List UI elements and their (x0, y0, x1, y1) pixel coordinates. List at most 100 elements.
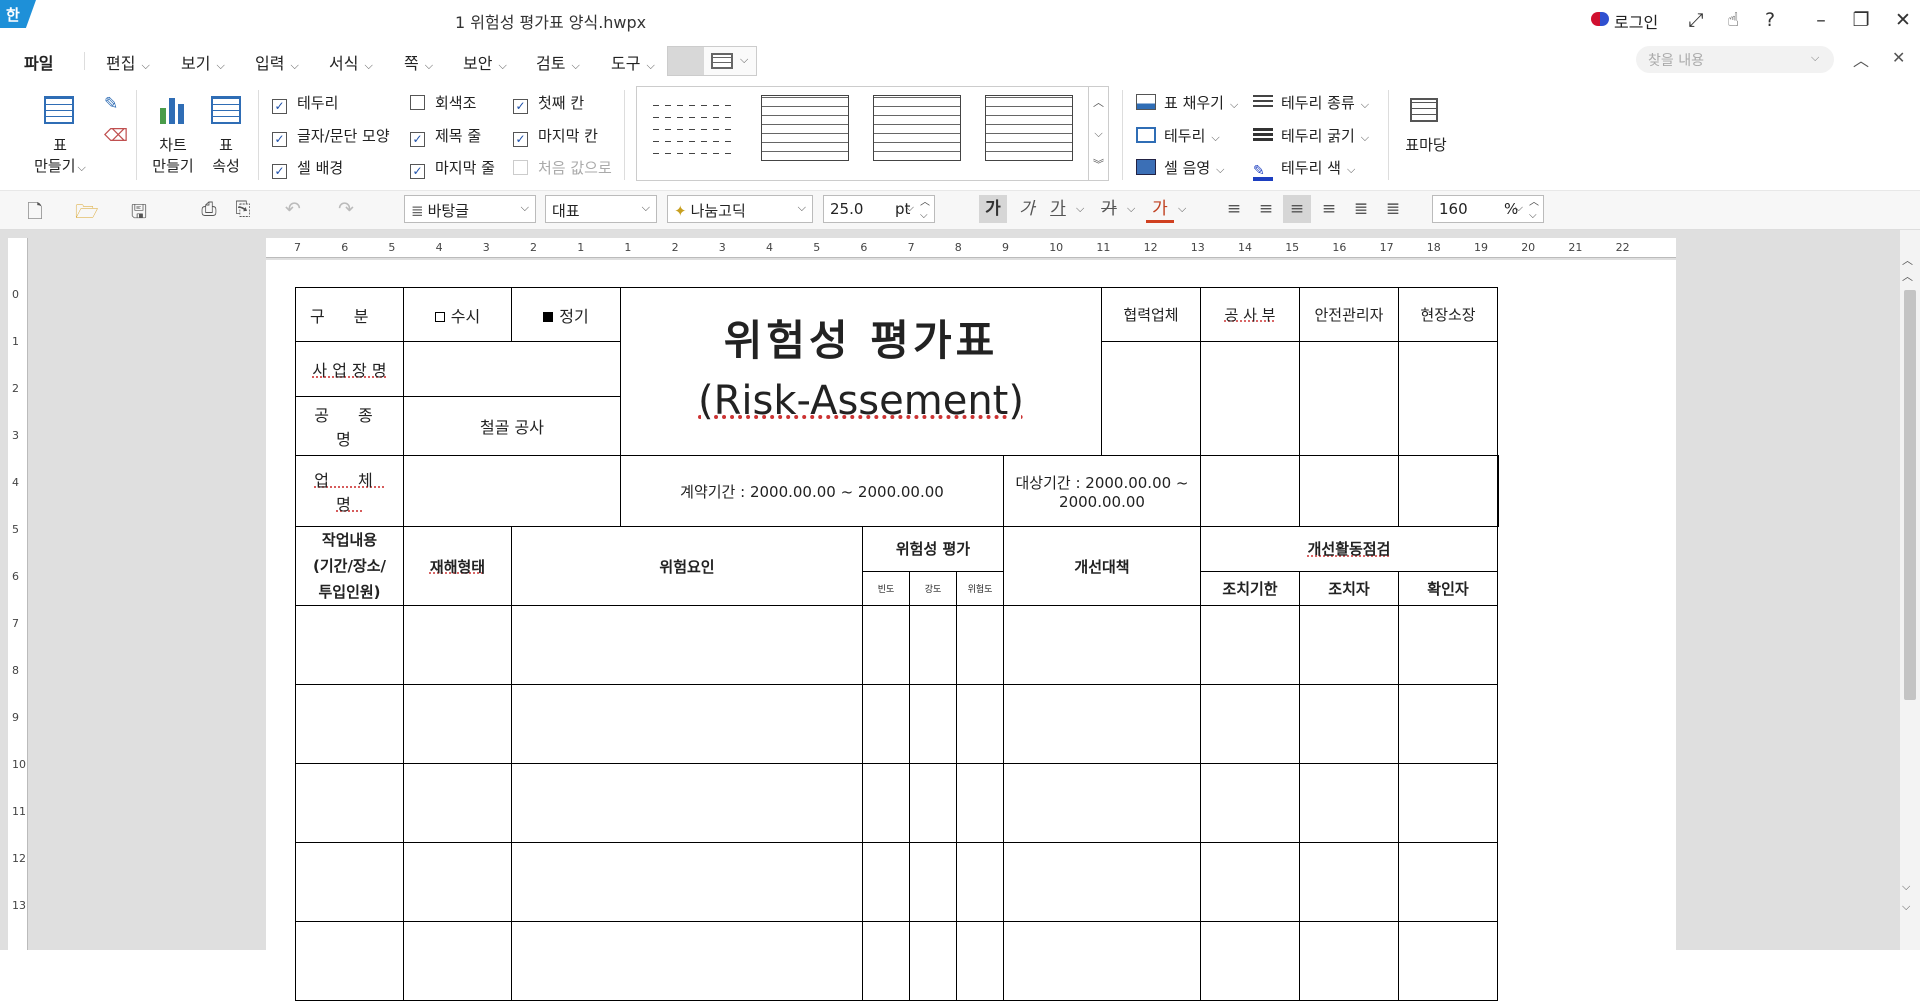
align-right-icon[interactable]: ≡ (1315, 195, 1343, 223)
approval-sign-site[interactable] (1398, 341, 1498, 456)
target-period[interactable]: 대상기간 : 2000.00.00 ~ 2000.00.00 (1003, 455, 1201, 527)
align-justify-icon[interactable]: ≡ (1220, 195, 1248, 223)
company-value[interactable] (403, 455, 621, 527)
menu-view[interactable]: 보기 ⌵ (181, 50, 225, 74)
draw-table-icon[interactable]: ✎ (104, 94, 118, 114)
bold-button[interactable]: 가 (979, 195, 1007, 223)
menu-file[interactable]: 파일 (24, 50, 53, 74)
check-last-row[interactable]: ✓ 마지막 줄 (410, 157, 495, 179)
chart-create-button[interactable]: 차트 만들기 (148, 135, 198, 177)
menu-insert[interactable]: 입력 ⌵ (255, 50, 299, 74)
help-icon[interactable]: ? (1757, 7, 1783, 33)
print-preview-icon[interactable]: ⎘ (232, 198, 254, 220)
gallery-more-icon[interactable]: ︾ (1088, 149, 1108, 180)
check-first-col[interactable]: ✓ 첫째 칸 (513, 92, 584, 114)
menu-security[interactable]: 보안 ⌵ (463, 50, 507, 74)
approval-sign-safety[interactable] (1299, 341, 1399, 456)
approval-sign-partner[interactable] (1101, 341, 1201, 456)
table-style-thumb[interactable] (985, 95, 1073, 161)
table-design-tab[interactable] (668, 47, 704, 75)
check-last-col[interactable]: ✓ 마지막 칸 (513, 125, 598, 147)
site-name-value[interactable] (403, 341, 621, 397)
work-type-value[interactable]: 철골 공사 (403, 396, 621, 456)
check-reset[interactable]: 처음 값으로 (513, 157, 612, 178)
option-adhoc[interactable]: 수시 (403, 287, 512, 342)
table-fill-button[interactable]: 표 채우기 ⌵ (1136, 92, 1238, 113)
fullscreen-icon[interactable]: ⤢ (1683, 7, 1709, 33)
vertical-ruler[interactable]: 0 1 2 3 4 5 6 7 8 9 10 11 12 13 (8, 238, 28, 950)
restore-icon[interactable]: ❐ (1848, 7, 1874, 33)
border-type-button[interactable]: 테두리 종류 ⌵ (1253, 92, 1369, 113)
table-icon[interactable] (44, 96, 74, 124)
style-select[interactable]: ≣ 바탕글 ⌵ (404, 195, 536, 223)
table-properties-icon[interactable] (211, 96, 241, 124)
check-border[interactable]: ✓ 테두리 (272, 92, 338, 114)
gallery-up-icon[interactable]: ︿ (1088, 87, 1108, 118)
language-select[interactable]: 대표 ⌵ (545, 195, 657, 223)
italic-button[interactable]: 가 (1013, 195, 1041, 223)
chevron-down-icon[interactable]: ⌵ (740, 53, 748, 67)
menu-edit[interactable]: 편집 ⌵ (106, 50, 150, 74)
align-split-icon[interactable]: ≣ (1379, 195, 1407, 223)
check-cell-bg[interactable]: ✓ 셀 배경 (272, 157, 343, 179)
strikethrough-button[interactable]: 가 (1095, 195, 1123, 223)
table-style-thumb[interactable] (653, 99, 733, 165)
vertical-scrollbar[interactable]: ︿ ︿ ⌵ ⌵ (1900, 230, 1920, 950)
menu-page[interactable]: 쪽 ⌵ (404, 50, 433, 74)
table-yard-icon[interactable] (1410, 98, 1438, 122)
minimize-icon[interactable]: – (1808, 7, 1834, 33)
strike-dropdown-icon[interactable]: ⌵ (1127, 202, 1135, 216)
menu-format[interactable]: 서식 ⌵ (329, 50, 373, 74)
check-title-row[interactable]: ✓ 제목 줄 (410, 125, 481, 147)
table-row[interactable] (295, 763, 1499, 843)
login-button[interactable]: 로그인 (1614, 9, 1658, 33)
border-width-button[interactable]: 테두리 굵기 ⌵ (1253, 125, 1369, 146)
border-color-button[interactable]: ✎ 테두리 색 ⌵ (1253, 157, 1355, 181)
check-grayscale[interactable]: 회색조 (410, 92, 476, 113)
close-document-icon[interactable]: ✕ (1892, 48, 1905, 67)
new-document-icon[interactable]: 🗋 (24, 198, 46, 230)
underline-dropdown-icon[interactable]: ⌵ (1076, 202, 1084, 216)
table-properties-button[interactable]: 표 속성 (206, 135, 246, 177)
empty-cell[interactable] (1200, 455, 1300, 527)
collapse-ribbon-icon[interactable]: ︿ (1853, 47, 1869, 71)
menu-tools[interactable]: 도구 ⌵ (611, 50, 655, 74)
table-create-button[interactable]: 표 만들기 ⌵ (30, 135, 90, 178)
font-select[interactable]: ✦ 나눔고딕 ⌵ (667, 195, 813, 223)
redo-icon[interactable]: ↷ (335, 198, 357, 220)
undo-icon[interactable]: ↶ (282, 198, 304, 220)
table-style-thumb[interactable] (873, 95, 961, 161)
scroll-thumb[interactable] (1904, 290, 1916, 700)
align-left-icon[interactable]: ≡ (1252, 195, 1280, 223)
underline-button[interactable]: 가 (1044, 195, 1072, 223)
align-distribute-icon[interactable]: ≣ (1347, 195, 1375, 223)
open-folder-icon[interactable]: 🗁 (75, 198, 99, 230)
empty-cell[interactable] (1497, 455, 1499, 527)
gallery-down-icon[interactable]: ⌵ (1088, 118, 1108, 149)
cell-shade-button[interactable]: 셀 음영 ⌵ (1136, 157, 1225, 178)
color-dropdown-icon[interactable]: ⌵ (1178, 202, 1186, 216)
empty-cell[interactable] (1398, 455, 1498, 527)
erase-table-icon[interactable]: ⌫ (104, 126, 128, 146)
print-icon[interactable]: ⎙ (198, 198, 220, 220)
align-center-icon[interactable]: ≡ (1283, 195, 1311, 223)
font-size-input[interactable]: 25.0 pt ⌵ ︿ ⌵ (823, 195, 935, 223)
table-row[interactable] (295, 921, 1499, 1001)
table-layout-tab-icon[interactable] (711, 53, 733, 69)
zoom-input[interactable]: 160% ⌵ ︿ ⌵ (1432, 195, 1544, 223)
border-button[interactable]: 테두리 ⌵ (1136, 125, 1220, 146)
save-icon[interactable]: 🖫 (128, 198, 150, 230)
scroll-page-up-icon[interactable]: ︿ (1902, 268, 1913, 284)
table-row[interactable] (295, 605, 1499, 685)
horizontal-ruler[interactable]: 7 6 5 4 3 2 1 1 2 3 4 5 6 7 8 9 10 11 12 13 14 15 16 17 18 19 20 21… (266, 238, 1676, 258)
empty-cell[interactable] (1299, 455, 1399, 527)
scroll-page-down-icon[interactable]: ⌵ (1902, 880, 1910, 894)
scroll-up-icon[interactable]: ︿ (1902, 252, 1913, 268)
scroll-down-icon[interactable]: ⌵ (1902, 900, 1910, 914)
table-style-thumb[interactable] (761, 95, 849, 161)
hand-icon[interactable]: ☝ (1720, 7, 1746, 33)
search-input[interactable]: 찾을 내용 (1636, 46, 1834, 73)
menu-review[interactable]: 검토 ⌵ (536, 50, 580, 74)
table-row[interactable] (295, 842, 1499, 922)
table-yard-button[interactable]: 표마당 (1396, 135, 1456, 156)
